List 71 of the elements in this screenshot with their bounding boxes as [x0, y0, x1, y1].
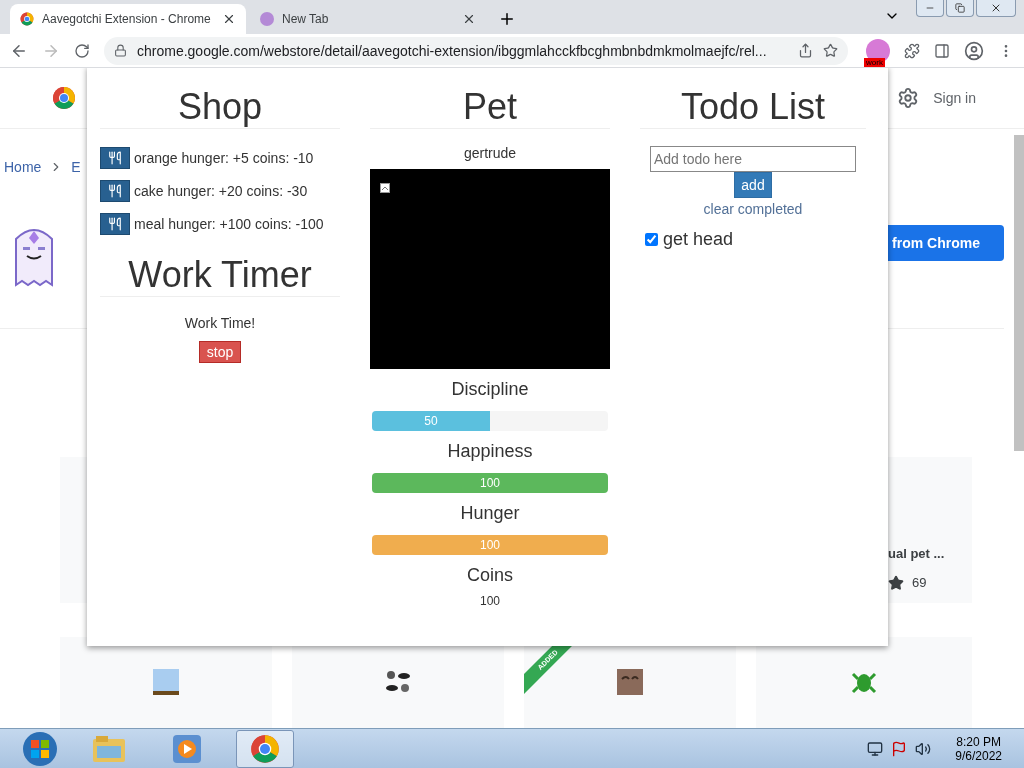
clock-time[interactable]: 8:20 PM	[956, 734, 1001, 749]
settings-icon[interactable]	[897, 87, 920, 110]
side-panel-icon[interactable]	[934, 42, 950, 59]
close-icon	[990, 2, 1002, 14]
start-button[interactable]	[20, 730, 60, 767]
close-icon[interactable]	[462, 12, 476, 26]
animals-icon	[385, 670, 411, 695]
utensils-icon	[108, 183, 122, 198]
pet-name: gertrude	[463, 145, 517, 161]
reload-icon[interactable]	[74, 42, 90, 59]
stop-button[interactable]: stop	[198, 341, 242, 363]
jar-icon	[153, 669, 179, 696]
chrome-icon	[250, 733, 280, 764]
buy-button[interactable]	[100, 179, 130, 202]
puzzle-icon[interactable]	[904, 42, 920, 59]
browser-tab[interactable]: Aavegotchi Extension - Chrome	[10, 4, 246, 34]
cat-icon	[617, 669, 643, 696]
add-button[interactable]: add	[734, 172, 772, 198]
share-icon[interactable]	[798, 43, 813, 58]
breadcrumb-link[interactable]: E	[71, 159, 81, 176]
coins-label: Coins	[467, 565, 513, 586]
new-tab-icon[interactable]	[498, 10, 516, 28]
volume-icon[interactable]	[915, 740, 932, 757]
timer-heading: Work Timer	[100, 254, 340, 297]
lock-icon	[114, 44, 127, 57]
taskbar-item[interactable]	[236, 729, 294, 768]
todo-text: get head	[663, 229, 734, 250]
star-icon	[888, 574, 904, 591]
stat-label: Happiness	[447, 441, 533, 462]
network-icon[interactable]	[867, 740, 884, 757]
restore-button[interactable]	[946, 0, 974, 17]
utensils-icon	[108, 216, 122, 231]
restore-icon	[955, 3, 965, 13]
store-icon	[20, 12, 34, 26]
pet-icon	[260, 12, 274, 26]
progress-fill: 100	[372, 535, 608, 555]
timer-status: Work Time!	[184, 315, 256, 331]
web-store-logo	[52, 86, 76, 111]
stat-label: Hunger	[460, 503, 520, 524]
utensils-icon	[108, 150, 122, 165]
browser-tab[interactable]: New Tab	[250, 4, 486, 34]
buy-button[interactable]	[100, 212, 130, 235]
pet-heading: Pet	[370, 86, 610, 129]
media-player-icon	[173, 734, 201, 763]
progress-fill: 50	[372, 411, 490, 431]
action-center-icon[interactable]	[891, 740, 908, 757]
close-icon[interactable]	[222, 12, 236, 26]
shop-item-label: meal hunger: +100 coins: -100	[134, 215, 324, 232]
clock-date[interactable]: 9/6/2022	[955, 748, 1002, 763]
card-title: ual pet ...	[888, 545, 946, 561]
sign-in-link[interactable]: Sign in	[933, 90, 976, 107]
broken-image-icon	[380, 183, 390, 193]
address-bar[interactable]: chrome.google.com/webstore/detail/aavegotchi-extension/ibggmlahcckfbcghmbnbdmkmolmaejfc/rel...	[104, 36, 848, 65]
buy-button[interactable]	[100, 146, 130, 169]
rating-count: 69	[912, 575, 927, 590]
todo-heading: Todo List	[640, 86, 866, 129]
bookmark-star-icon[interactable]	[823, 43, 838, 58]
todo-input-field[interactable]: Add todo here	[650, 146, 856, 172]
shop-item-label: orange hunger: +5 coins: -10	[134, 149, 314, 166]
coins-value: 100	[480, 594, 500, 608]
shop-heading: Shop	[100, 86, 340, 129]
progress-fill: 100	[372, 473, 608, 493]
shop-item-label: cake hunger: +20 coins: -30	[134, 182, 308, 199]
profile-icon[interactable]	[964, 40, 984, 61]
todo-checkbox[interactable]	[645, 233, 658, 246]
breadcrumb-link[interactable]: Home	[4, 159, 42, 176]
clear-completed-link[interactable]: clear completed	[703, 201, 803, 217]
scrollbar-thumb[interactable]	[1014, 135, 1024, 451]
stat-label: Discipline	[451, 379, 529, 400]
frog-icon	[851, 670, 877, 695]
folder-icon	[93, 735, 125, 762]
